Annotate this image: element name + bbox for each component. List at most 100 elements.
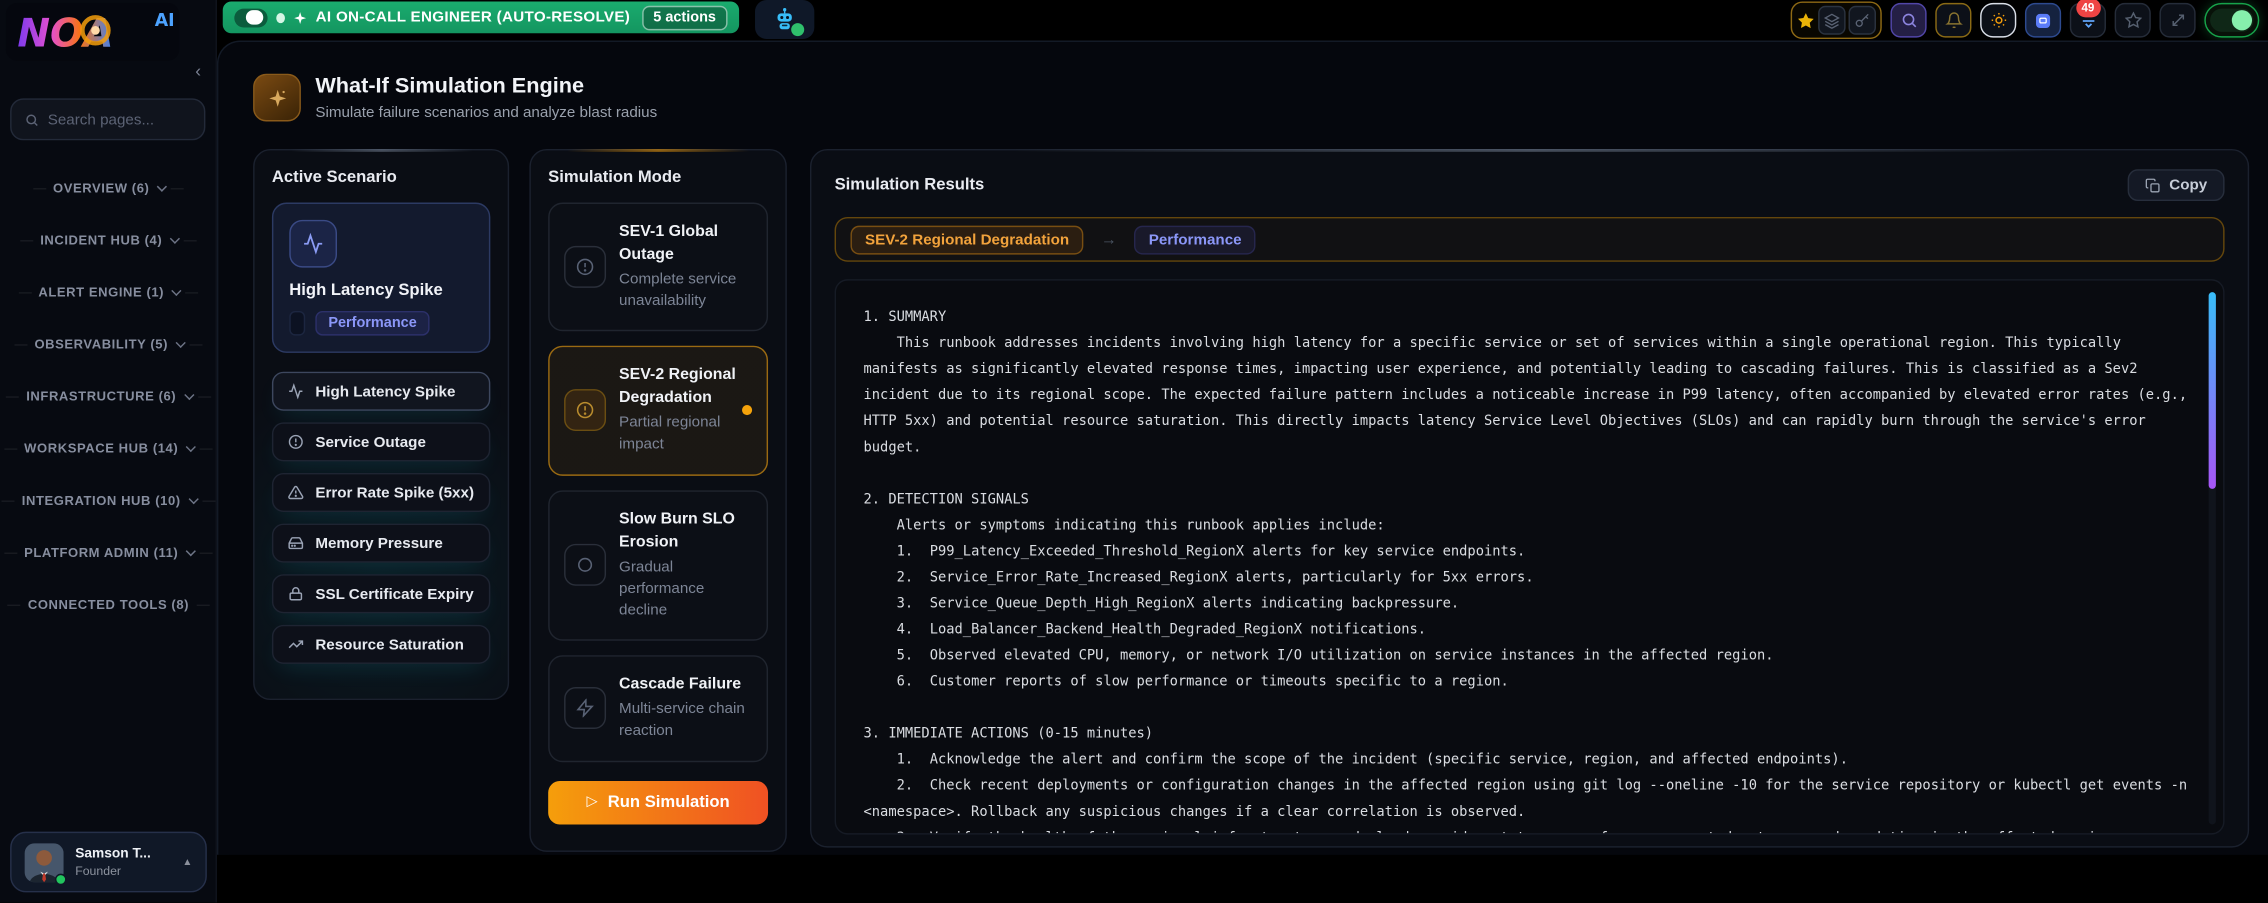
topbar-icons: 49 (1791, 1, 2260, 39)
selected-scenario-card: High Latency Spike Performance (272, 202, 490, 352)
scrollbar-thumb[interactable] (2209, 292, 2216, 489)
run-simulation-button[interactable]: ▷ Run Simulation (548, 780, 768, 823)
search-icon (25, 112, 39, 126)
results-header: Simulation Results Copy (835, 169, 2225, 201)
mode-name: SEV-2 Regional Degradation (619, 365, 752, 411)
topbar: AI ON-CALL ENGINEER (AUTO-RESOLVE) 5 act… (217, 0, 2268, 40)
search-box (10, 98, 205, 140)
chevron-down-icon (186, 441, 196, 451)
scenario-item-resource-saturation[interactable]: Resource Saturation (272, 625, 490, 664)
alert-circle-icon (564, 246, 606, 288)
sidebar-item-workspace-hub[interactable]: WORKSPACE HUB (14) (0, 422, 217, 474)
key-button[interactable] (1848, 6, 1875, 35)
star-button[interactable] (2115, 3, 2151, 38)
scenario-item-service-outage[interactable]: Service Outage (272, 422, 490, 461)
copy-button[interactable]: Copy (2127, 169, 2224, 201)
app-logo[interactable]: NOA AI (6, 3, 208, 61)
lock-icon (288, 586, 304, 602)
expand-up-icon[interactable]: ▲ (182, 857, 192, 867)
copy-icon (2145, 177, 2161, 193)
user-meta: Samson T... Founder (75, 846, 171, 878)
sun-icon (1990, 12, 2007, 29)
favorites-group[interactable] (1791, 1, 1882, 39)
sidebar-item-label: OVERVIEW (6) (53, 181, 149, 195)
sidebar-item-observability[interactable]: OBSERVABILITY (5) (0, 318, 217, 370)
arrow-right-icon: → (1101, 231, 1117, 248)
mode-desc: Partial regional impact (619, 412, 752, 456)
mode-desc: Multi-service chain reaction (619, 699, 752, 743)
toggle-track (2210, 9, 2253, 32)
scenario-label: Error Rate Spike (5xx) (315, 484, 474, 501)
run-simulation-label: Run Simulation (608, 793, 730, 810)
selected-scenario-name: High Latency Spike (289, 282, 473, 299)
mode-text: SEV-1 Global Outage Complete service una… (619, 221, 752, 313)
scenario-item-memory-pressure[interactable]: Memory Pressure (272, 524, 490, 563)
theme-toggle-button[interactable] (1980, 3, 2016, 38)
auto-resolve-toggle[interactable] (234, 8, 267, 27)
key-icon (1854, 12, 1870, 28)
star-favorite-icon (1796, 11, 1815, 30)
sidebar-item-alert-engine[interactable]: ALERT ENGINE (1) (0, 266, 217, 318)
play-icon: ▷ (586, 794, 597, 810)
scenario-item-high-latency[interactable]: High Latency Spike (272, 372, 490, 411)
chevron-down-icon (170, 233, 180, 243)
warning-triangle-icon (288, 485, 304, 501)
severity-chip (289, 311, 305, 336)
sidebar-item-label: ALERT ENGINE (1) (38, 285, 164, 299)
results-title: Simulation Results (835, 176, 985, 193)
mode-card-cascade[interactable]: Cascade Failure Multi-service chain reac… (548, 655, 768, 761)
mode-name: SEV-1 Global Outage (619, 221, 752, 267)
actions-count-button[interactable]: 5 actions (642, 5, 728, 30)
ai-banner-label: AI ON-CALL ENGINEER (AUTO-RESOLVE) (316, 9, 630, 26)
notifications-button[interactable] (1935, 3, 1971, 38)
mode-desc: Gradual performance decline (619, 556, 752, 622)
sidebar-item-integration-hub[interactable]: INTEGRATION HUB (10) (0, 474, 217, 526)
sidebar-item-connected-tools[interactable]: CONNECTED TOOLS (8) (0, 579, 217, 631)
activity-icon (289, 220, 337, 268)
live-status-dot (276, 12, 285, 22)
chevron-down-icon (186, 545, 196, 555)
sidebar-item-infrastructure[interactable]: INFRASTRUCTURE (6) (0, 370, 217, 422)
simulation-results-panel: Simulation Results Copy SEV-2 Regional D… (810, 149, 2249, 848)
activity-icon (288, 383, 304, 399)
results-body[interactable]: 1. SUMMARY This runbook addresses incide… (835, 279, 2225, 834)
search-button[interactable] (1890, 3, 1926, 38)
sidebar-item-incident-hub[interactable]: INCIDENT HUB (4) (0, 214, 217, 266)
sparkle-icon (294, 11, 307, 24)
selected-scenario-badges: Performance (289, 311, 473, 336)
sidebar-item-label: INCIDENT HUB (4) (40, 233, 162, 247)
search-input[interactable] (48, 111, 191, 128)
chevron-down-icon (176, 337, 186, 347)
power-toggle[interactable] (2204, 3, 2259, 38)
ai-assistant-button[interactable] (755, 0, 814, 39)
mode-card-sev1[interactable]: SEV-1 Global Outage Complete service una… (548, 202, 768, 331)
expand-button[interactable] (2159, 3, 2195, 38)
user-profile-card[interactable]: Samson T... Founder ▲ (10, 832, 207, 893)
ai-oncall-banner[interactable]: AI ON-CALL ENGINEER (AUTO-RESOLVE) 5 act… (223, 1, 739, 33)
scenario-item-error-rate[interactable]: Error Rate Spike (5xx) (272, 473, 490, 512)
sidebar-item-label: OBSERVABILITY (5) (34, 337, 168, 351)
sidebar-collapse-button[interactable]: ‹ (195, 64, 201, 78)
mode-desc: Complete service unavailability (619, 269, 752, 313)
chat-button[interactable] (2025, 3, 2061, 38)
updates-button[interactable]: 49 (2070, 3, 2106, 38)
scenario-list: High Latency Spike Service Outage Error … (272, 372, 490, 664)
page-header: What-If Simulation Engine Simulate failu… (253, 74, 657, 122)
page-title: What-If Simulation Engine (315, 74, 657, 99)
layers-button[interactable] (1818, 6, 1845, 35)
sidebar-item-platform-admin[interactable]: PLATFORM ADMIN (11) (0, 526, 217, 578)
mode-card-slow-burn[interactable]: Slow Burn SLO Erosion Gradual performanc… (548, 490, 768, 641)
chevron-down-icon (188, 493, 198, 503)
page-header-text: What-If Simulation Engine Simulate failu… (315, 74, 657, 122)
toggle-knob (246, 10, 263, 24)
expand-diagonal-icon (2169, 12, 2186, 29)
active-scenario-panel: Active Scenario High Latency Spike Perfo… (253, 149, 509, 700)
scenario-item-ssl-expiry[interactable]: SSL Certificate Expiry (272, 574, 490, 613)
online-status-dot (55, 873, 67, 885)
sidebar-item-overview[interactable]: OVERVIEW (6) (0, 162, 217, 214)
sidebar-item-label: INFRASTRUCTURE (6) (26, 389, 176, 403)
sidebar-nav: OVERVIEW (6) INCIDENT HUB (4) ALERT ENGI… (0, 162, 217, 631)
circle-icon (564, 544, 606, 586)
simulation-mode-title: Simulation Mode (548, 169, 768, 186)
mode-card-sev2[interactable]: SEV-2 Regional Degradation Partial regio… (548, 346, 768, 475)
